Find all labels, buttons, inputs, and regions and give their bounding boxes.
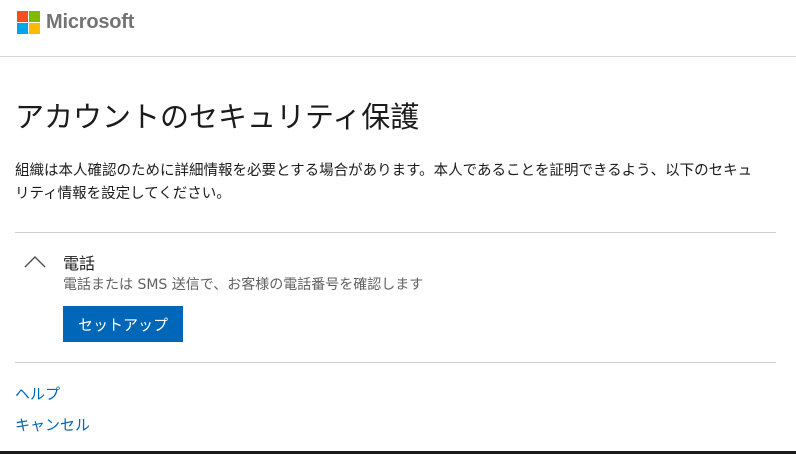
page-description: 組織は本人確認のために詳細情報を必要とする場合があります。本人であることを証明で…: [15, 163, 753, 202]
setup-button[interactable]: セットアップ: [63, 306, 183, 342]
page-title: アカウントのセキュリティ保護: [15, 100, 420, 134]
chevron-up-icon[interactable]: [24, 254, 46, 268]
logo-square-green: [29, 11, 40, 22]
logo-square-yellow: [29, 23, 40, 34]
section-top-divider: [15, 232, 776, 233]
logo-square-red: [17, 11, 28, 22]
section-bottom-divider: [15, 362, 776, 363]
brand-name: Microsoft: [46, 11, 135, 33]
logo-square-blue: [17, 23, 28, 34]
cancel-link[interactable]: キャンセル: [15, 414, 90, 435]
security-setup-page: Microsoft アカウントのセキュリティ保護 組織は本人確認のために詳細情報…: [0, 0, 796, 454]
microsoft-logo-icon: [17, 11, 40, 34]
method-description: 電話または SMS 送信で、お客様の電話番号を確認します: [63, 277, 424, 293]
method-title-phone: 電話: [63, 254, 96, 273]
header-divider: [0, 56, 796, 57]
help-link[interactable]: ヘルプ: [15, 383, 60, 404]
brand: Microsoft: [17, 11, 134, 34]
